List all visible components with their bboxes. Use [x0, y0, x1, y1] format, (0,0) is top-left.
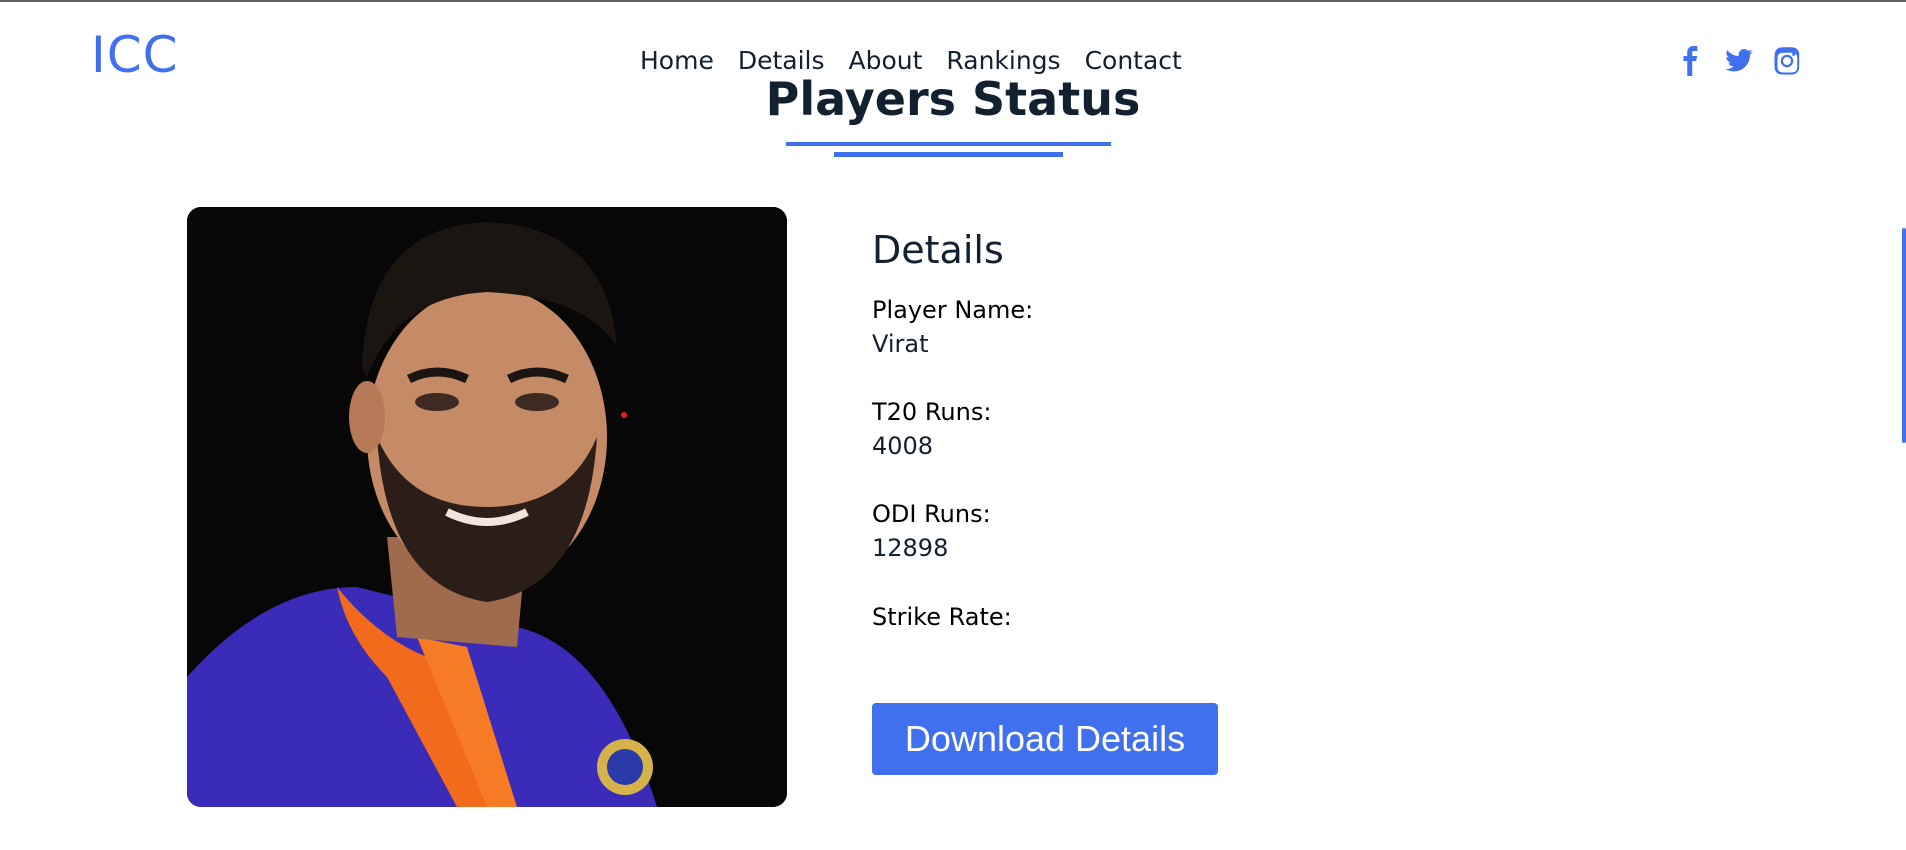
player-details: Details Player Name: Virat T20 Runs: 400…	[872, 228, 1033, 669]
player-name-value: Virat	[872, 329, 929, 358]
t20-runs-value: 4008	[872, 431, 934, 460]
download-details-button[interactable]: Download Details	[872, 703, 1218, 775]
details-heading: Details	[872, 228, 1004, 272]
player-portrait-illustration	[187, 207, 787, 807]
title-underline-secondary	[834, 152, 1063, 157]
odi-runs-label: ODI Runs:	[872, 500, 991, 529]
t20-runs-label: T20 Runs:	[872, 398, 992, 427]
title-underline	[786, 142, 1111, 146]
strike-rate-label: Strike Rate:	[872, 602, 1012, 631]
player-name-label: Player Name:	[872, 296, 1034, 324]
page-title: Players Status	[765, 72, 1141, 126]
scrollbar[interactable]	[1902, 228, 1906, 443]
window-top-border	[0, 0, 1906, 2]
player-photo	[187, 207, 787, 807]
odi-runs-value: 12898	[872, 533, 949, 562]
